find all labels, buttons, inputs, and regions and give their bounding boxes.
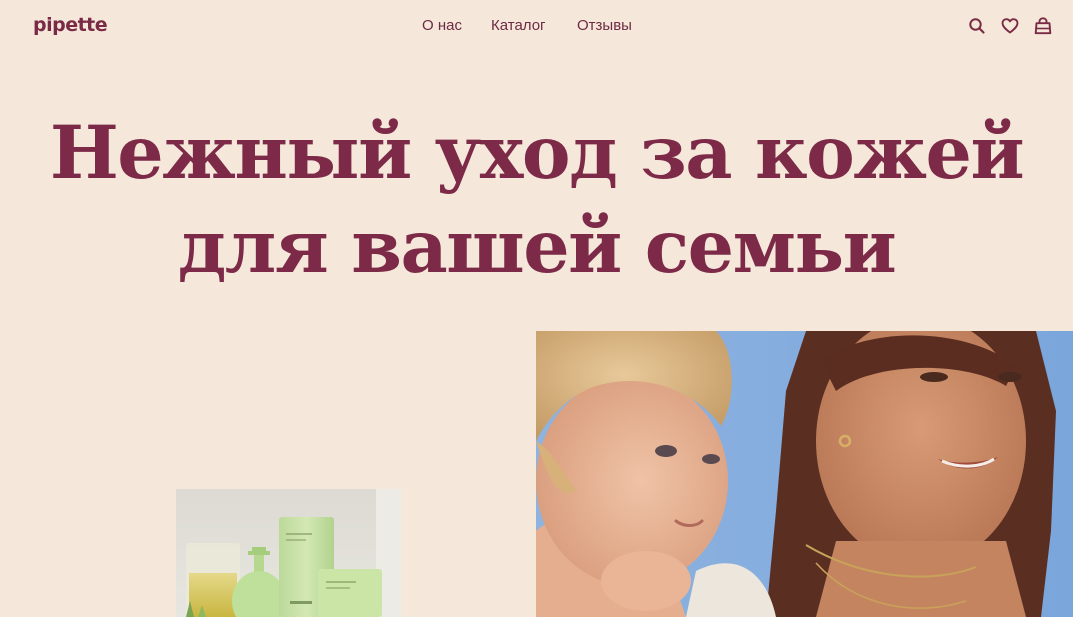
nav-link-reviews[interactable]: Отзывы: [577, 17, 632, 34]
main-nav: О нас Каталог Отзывы: [0, 17, 1073, 37]
family-photo: [536, 331, 1073, 617]
nav-link-about[interactable]: О нас: [422, 17, 462, 34]
site-header: pipette О нас Каталог Отзывы: [0, 0, 1073, 52]
hero-title-line-2: для вашей семьи: [177, 204, 897, 290]
product-photo: [176, 489, 401, 617]
search-icon[interactable]: [967, 16, 987, 36]
nav-link-catalog[interactable]: Каталог: [491, 17, 546, 34]
heart-icon[interactable]: [1000, 16, 1020, 36]
bag-icon[interactable]: [1033, 16, 1053, 36]
hero-title: Нежный уход за кожей для вашей семьи: [0, 106, 1073, 294]
hero-title-line-1: Нежный уход за кожей: [49, 110, 1025, 196]
